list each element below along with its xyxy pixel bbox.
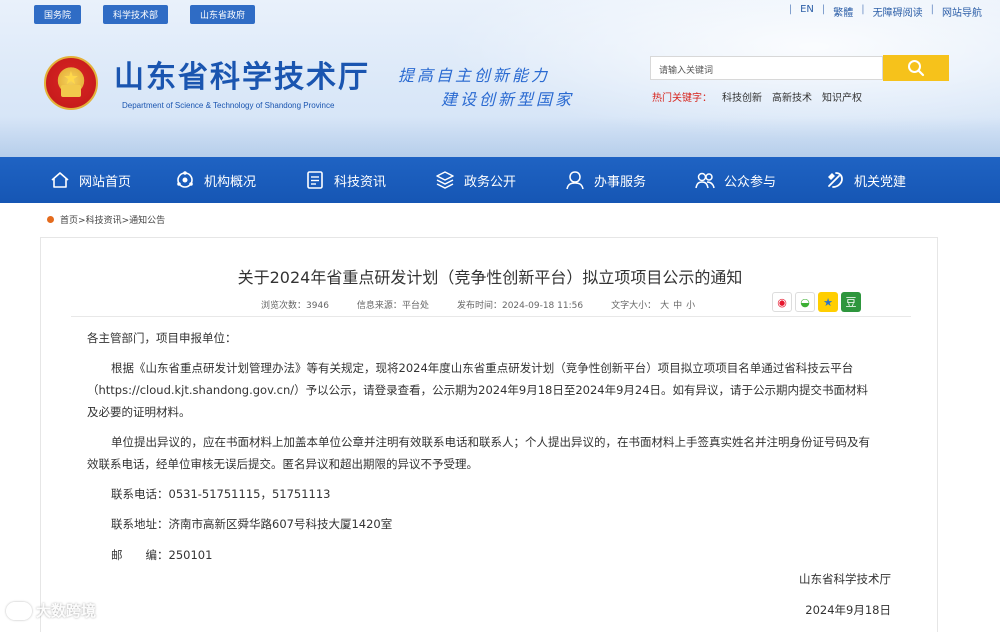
nav-label: 机构概况 (203, 174, 256, 190)
breadcrumb-home[interactable]: 首页 (60, 216, 78, 226)
search-icon (908, 60, 925, 77)
link-traditional[interactable]: 繁體 (833, 4, 853, 19)
hot-keyword[interactable]: 知识产权 (822, 89, 862, 104)
publish-date: 2024-09-18 11:56 (501, 301, 584, 311)
people-icon (695, 172, 715, 189)
nav-item-public-participation[interactable]: 公众参与 (670, 157, 800, 203)
meta-divider (71, 316, 911, 317)
link-site-map[interactable]: 网站导航 (942, 4, 982, 19)
top-links: 国务院 科学技术部 山东省政府 (34, 5, 256, 24)
weibo-icon[interactable]: ◉ (772, 292, 792, 312)
breadcrumb-news[interactable]: 科技资讯 (86, 216, 122, 226)
slogan-line-1: 提高自主创新能力 (398, 66, 551, 85)
wechat-icon[interactable]: ◒ (795, 292, 815, 312)
slogan-line-2: 建设创新型国家 (441, 90, 575, 109)
font-size-small[interactable]: 小 (686, 301, 695, 311)
qzone-icon[interactable]: ★ (818, 292, 838, 312)
hot-keyword[interactable]: 高新技术 (772, 89, 812, 104)
nav-label: 机关党建 (853, 174, 906, 190)
font-size-large[interactable]: 大 (660, 301, 669, 311)
top-link-state-council[interactable]: 国务院 (34, 5, 82, 24)
nav-label: 公众参与 (723, 174, 776, 190)
contact-postcode: 邮 编：250101 (111, 548, 213, 562)
salutation: 各主管部门，项目申报单位： (87, 331, 237, 345)
search-button[interactable] (883, 55, 949, 81)
nav-item-news[interactable]: 科技资讯 (280, 157, 410, 203)
signature-date: 2024年9月18日 (805, 603, 891, 617)
breadcrumb-dot-icon (47, 216, 54, 223)
link-accessibility[interactable]: 无障碍阅读 (873, 4, 923, 19)
top-link-provincial-gov[interactable]: 山东省政府 (190, 5, 256, 24)
service-icon (566, 171, 584, 190)
nav-label: 科技资讯 (333, 174, 386, 190)
watermark-logo-icon (6, 601, 32, 620)
nav-label: 网站首页 (78, 174, 131, 190)
meta-date: 发布时间：2024-09-18 11:56 (456, 301, 584, 311)
contact-address: 联系地址：济南市高新区舜华路607号科技大厦1420室 (111, 517, 393, 531)
utility-links: | EN | 繁體 | 无障碍阅读 | 网站导航 (788, 4, 982, 19)
article-container: 关于2024年省重点研发计划（竞争性创新平台）拟立项项目公示的通知 浏览次数：3… (40, 237, 938, 632)
hot-keywords: 热门关键字： 科技创新 高新技术 知识产权 (652, 89, 862, 104)
nav-item-home[interactable]: 网站首页 (30, 157, 150, 203)
douban-icon[interactable]: 豆 (841, 292, 861, 312)
share-buttons: ◉ ◒ ★ 豆 (772, 292, 861, 312)
breadcrumb: 首页>科技资讯>通知公告 (47, 213, 165, 226)
hot-keywords-label: 热门关键字： (652, 93, 712, 104)
site-subtitle: Department of Science & Technology of Sh… (122, 101, 335, 110)
meta-views: 浏览次数：3946 (261, 301, 329, 311)
nav-label: 政务公开 (463, 174, 516, 190)
paragraph-1: 根据《山东省重点研发计划管理办法》等有关规定，现将2024年度山东省重点研发计划… (87, 361, 869, 419)
meta-source: 信息来源：平台处 (356, 301, 429, 311)
site-header: 国务院 科学技术部 山东省政府 | EN | 繁體 | 无障碍阅读 | 网站导航… (0, 0, 1000, 157)
search-input[interactable]: 请输入关键词 (650, 56, 883, 80)
national-emblem-logo: ★ (44, 56, 98, 110)
meta-font-size: 文字大小：大中小 (611, 301, 696, 311)
layers-icon (436, 171, 454, 189)
nav-label: 办事服务 (593, 174, 646, 190)
view-count: 3946 (306, 301, 329, 311)
nav-item-organization[interactable]: 机构概况 (150, 157, 280, 203)
article-title: 关于2024年省重点研发计划（竞争性创新平台）拟立项项目公示的通知 (237, 268, 743, 287)
breadcrumb-notices[interactable]: 通知公告 (129, 216, 165, 226)
org-icon (177, 171, 193, 188)
header-city-decoration (0, 117, 1000, 157)
home-icon (51, 172, 69, 188)
party-icon (827, 172, 843, 188)
main-nav: 网站首页 机构概况 科技资讯 政务公开 办事服务 公众参与 机关党建 (0, 157, 1000, 203)
font-size-medium[interactable]: 中 (673, 301, 682, 311)
nav-item-services[interactable]: 办事服务 (540, 157, 670, 203)
article-meta: 浏览次数：3946 信息来源：平台处 发布时间：2024-09-18 11:56… (261, 298, 723, 311)
top-link-most[interactable]: 科学技术部 (103, 5, 169, 24)
contact-phone: 联系电话：0531-51751115，51751113 (111, 487, 331, 501)
source-value: 平台处 (401, 301, 429, 311)
hot-keyword[interactable]: 科技创新 (722, 89, 762, 104)
site-title[interactable]: 山东省科学技术厅 (114, 52, 370, 96)
watermark: 大数跨境 (6, 600, 96, 621)
paragraph-2: 单位提出异议的，应在书面材料上加盖本单位公章并注明有效联系电话和联系人；个人提出… (87, 435, 870, 471)
link-english[interactable]: EN (800, 4, 814, 19)
news-icon (307, 171, 323, 189)
signature-organization: 山东省科学技术厅 (799, 572, 891, 586)
nav-item-party-building[interactable]: 机关党建 (800, 157, 930, 203)
nav-item-gov-affairs[interactable]: 政务公开 (410, 157, 540, 203)
